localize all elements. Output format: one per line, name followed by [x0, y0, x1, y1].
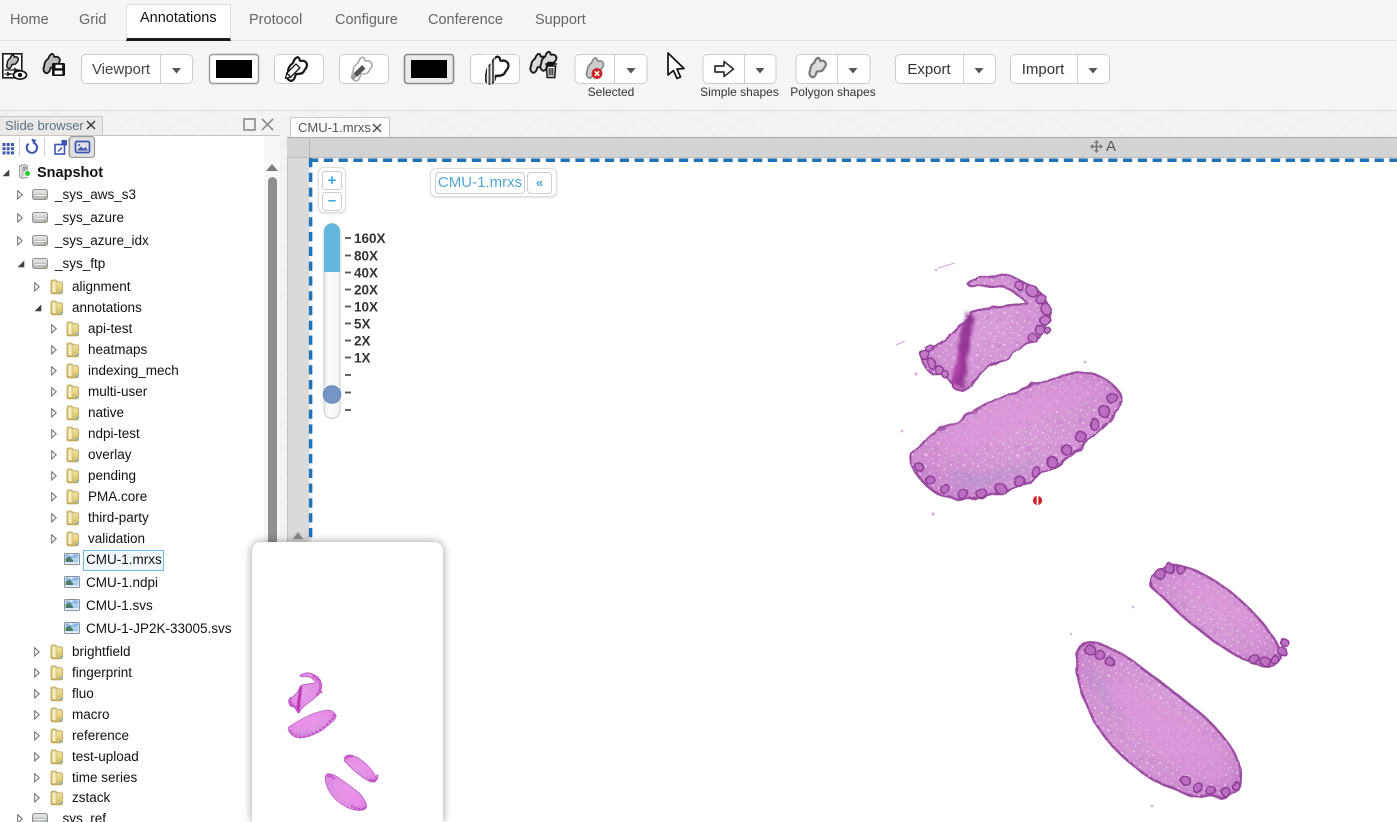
svg-text:Viewport: Viewport [92, 61, 151, 78]
svg-text:Import: Import [1022, 61, 1065, 78]
svg-text:Export: Export [907, 61, 951, 78]
